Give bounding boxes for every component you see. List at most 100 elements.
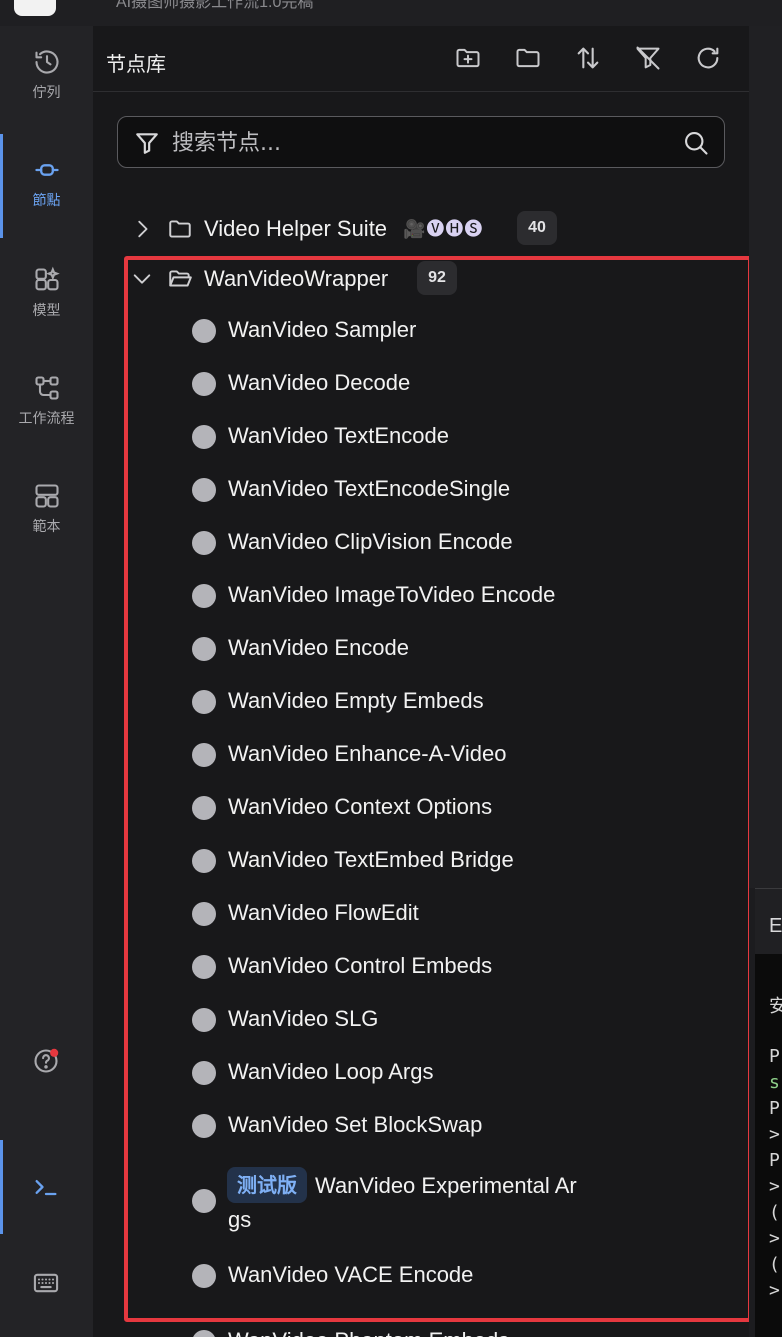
node-bullet-icon (192, 902, 216, 926)
node-item[interactable]: WanVideo ClipVision Encode (93, 516, 749, 569)
terminal-line: P (769, 1150, 780, 1171)
node-item[interactable]: WanVideo Empty Embeds (93, 675, 749, 728)
node-item[interactable]: WanVideo Encode (93, 622, 749, 675)
terminal-header[interactable]: E (755, 888, 782, 955)
node-label: WanVideo Control Embeds (228, 953, 493, 978)
node-label: WanVideo ImageToVideo Encode (228, 582, 556, 607)
node-label: WanVideo Loop Args (228, 1059, 434, 1084)
terminal-line: ( (769, 1254, 780, 1275)
rail-item-models[interactable]: 模型 (0, 266, 93, 370)
app-logo (14, 0, 56, 16)
node-library-panel: 节点库 Video Helper Suite 🎥🅥🅗🅢 40 Wa (93, 26, 749, 1337)
node-label: WanVideo Experimental Ar (315, 1173, 577, 1198)
terminal-output[interactable]: 安 P s P > P > ( > ( > (755, 954, 782, 1337)
rail-help-button[interactable] (0, 1026, 93, 1096)
node-label: WanVideo Encode (228, 635, 410, 660)
terminal-icon (35, 1180, 57, 1196)
node-bullet-icon (192, 1114, 216, 1138)
node-bullet-icon (192, 1189, 216, 1213)
node-label: WanVideo Decode (228, 370, 411, 395)
node-item[interactable]: WanVideo Loop Args (93, 1046, 749, 1099)
rail-label-templates: 範本 (32, 519, 61, 535)
node-label: WanVideo Sampler (228, 317, 417, 342)
terminal-line: s (769, 1072, 780, 1093)
rail-item-templates[interactable]: 範本 (0, 482, 93, 586)
folder-button[interactable] (512, 42, 544, 74)
node-item[interactable]: WanVideo Decode (93, 357, 749, 410)
node-label: WanVideo TextEmbed Bridge (228, 847, 514, 872)
beta-badge: 测试版 (227, 1167, 307, 1203)
filter-icon[interactable] (134, 130, 160, 156)
rail-item-nodes[interactable]: 節點 (0, 134, 93, 238)
category-count-badge: 92 (417, 261, 457, 295)
folder-open-icon (169, 270, 192, 287)
node-label: WanVideo Empty Embeds (228, 688, 484, 713)
node-item[interactable]: WanVideo Enhance-A-Video (93, 728, 749, 781)
terminal-line: > (769, 1280, 780, 1301)
folder-icon (516, 48, 540, 68)
filter-button[interactable] (632, 42, 664, 74)
folder-icon (169, 220, 191, 238)
keyboard-icon (33, 1273, 59, 1293)
node-bullet-icon (192, 1330, 216, 1337)
rail-terminal-button[interactable] (0, 1140, 93, 1234)
category-count-badge: 40 (517, 211, 557, 245)
refresh-icon (697, 47, 719, 69)
rail-label-workflows: 工作流程 (18, 411, 75, 427)
node-label: WanVideo ClipVision Encode (228, 529, 513, 554)
node-item-partial[interactable]: WanVideo Phantom Embeds (93, 1302, 749, 1337)
terminal-line: > (769, 1124, 780, 1145)
rail-keyboard-button[interactable] (0, 1248, 93, 1318)
window-title: AI摄图师摄影工作流1.0完稿 (116, 0, 314, 11)
node-item[interactable]: WanVideo TextEncode (93, 410, 749, 463)
node-bullet-icon (192, 637, 216, 661)
node-bullet-icon (192, 955, 216, 979)
title-bar: AI摄图师摄影工作流1.0完稿 (0, 0, 782, 26)
node-label: WanVideo Enhance-A-Video (228, 741, 507, 766)
node-bullet-icon (192, 1264, 216, 1288)
category-wanvideowrapper[interactable]: WanVideoWrapper 92 (93, 256, 749, 302)
sort-arrows-icon (577, 47, 599, 69)
filter-off-icon (636, 46, 660, 70)
node-bullet-icon (192, 425, 216, 449)
node-item[interactable]: WanVideo Sampler (93, 304, 749, 357)
canvas-area[interactable] (749, 26, 782, 888)
sort-button[interactable] (572, 42, 604, 74)
node-link-icon (34, 164, 59, 176)
new-folder-button[interactable] (452, 42, 484, 74)
node-item[interactable]: WanVideo Control Embeds (93, 940, 749, 993)
models-grid-icon (34, 266, 60, 291)
panel-title: 节点库 (106, 52, 166, 76)
search-icon[interactable] (682, 129, 710, 157)
refresh-button[interactable] (692, 42, 724, 74)
terminal-line: > (769, 1228, 780, 1249)
terminal-line: P (769, 1098, 780, 1119)
activity-rail: 佇列 節點 模型 工作流程 範本 (0, 26, 93, 1337)
node-label: WanVideo Phantom Embeds (228, 1328, 509, 1337)
node-bullet-icon (192, 1008, 216, 1032)
node-label-continued: gs (228, 1207, 252, 1232)
node-item[interactable]: WanVideo ImageToVideo Encode (93, 569, 749, 622)
history-icon (34, 50, 59, 74)
terminal-line: 安 (769, 996, 782, 1017)
node-item[interactable]: WanVideo TextEmbed Bridge (93, 834, 749, 887)
rail-item-workflows[interactable]: 工作流程 (0, 374, 93, 478)
terminal-tab-label: E (769, 915, 782, 937)
help-icon (34, 1048, 59, 1073)
chevron-down-icon (133, 274, 151, 284)
workflow-icon (34, 376, 59, 400)
node-item[interactable]: WanVideo VACE Encode (93, 1249, 749, 1302)
node-item-experimental[interactable]: 测试版 WanVideo Experimental Ar gs (93, 1167, 749, 1237)
node-item[interactable]: WanVideo TextEncodeSingle (93, 463, 749, 516)
node-item[interactable]: WanVideo FlowEdit (93, 887, 749, 940)
node-item[interactable]: WanVideo Context Options (93, 781, 749, 834)
node-bullet-icon (192, 531, 216, 555)
node-bullet-icon (192, 743, 216, 767)
node-item[interactable]: WanVideo Set BlockSwap (93, 1099, 749, 1152)
templates-icon (34, 484, 59, 508)
category-video-helper-suite[interactable]: Video Helper Suite 🎥🅥🅗🅢 40 (93, 206, 749, 252)
node-item[interactable]: WanVideo SLG (93, 993, 749, 1046)
search-input[interactable] (170, 125, 664, 161)
node-label: WanVideo FlowEdit (228, 900, 419, 925)
terminal-line: P (769, 1046, 780, 1067)
